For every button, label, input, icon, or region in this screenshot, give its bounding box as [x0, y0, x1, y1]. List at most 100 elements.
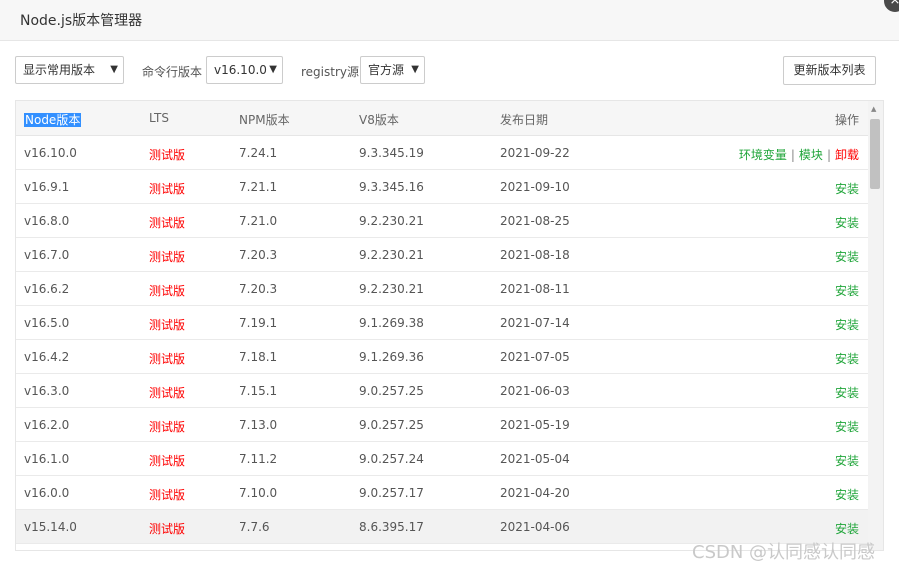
uninstall-link[interactable]: 卸载	[835, 148, 859, 162]
chevron-down-icon: ▼	[269, 64, 277, 75]
cell-lts: 测试版	[149, 284, 186, 298]
table-row[interactable]: v16.7.0 测试版 7.20.3 9.2.230.21 2021-08-18 安装	[16, 238, 868, 272]
registry-value: 官方源	[368, 63, 405, 77]
cell-release-date: 2021-04-06	[500, 520, 570, 534]
cell-actions: 环境变量 | 模块 | 卸载	[739, 146, 859, 163]
cell-npm-version: 7.21.1	[239, 180, 278, 194]
cell-lts: 测试版	[149, 318, 186, 332]
refresh-version-list-button[interactable]: 更新版本列表	[783, 56, 876, 85]
cell-npm-version: 7.20.3	[239, 282, 278, 296]
cli-version-label: 命令行版本	[142, 65, 203, 79]
cell-node-version: v16.3.0	[24, 384, 70, 398]
modules-link[interactable]: 模块	[799, 148, 823, 162]
cell-lts: 测试版	[149, 386, 186, 400]
install-link[interactable]: 安装	[835, 216, 859, 230]
header-npm-version: NPM版本	[239, 113, 290, 127]
registry-label: registry源	[301, 65, 359, 79]
cell-release-date: 2021-09-22	[500, 146, 570, 160]
table-header: Node版本 LTS NPM版本 V8版本 发布日期 操作	[16, 101, 868, 136]
cell-lts: 测试版	[149, 182, 186, 196]
cell-node-version: v15.14.0	[24, 520, 77, 534]
install-link[interactable]: 安装	[835, 522, 859, 536]
cell-v8-version: 9.3.345.16	[359, 180, 424, 194]
cell-node-version: v16.10.0	[24, 146, 77, 160]
vertical-scrollbar[interactable]: ▲	[868, 101, 883, 550]
cell-release-date: 2021-04-20	[500, 486, 570, 500]
header-v8-version: V8版本	[359, 113, 399, 127]
table-row[interactable]: v16.4.2 测试版 7.18.1 9.1.269.36 2021-07-05 安装	[16, 340, 868, 374]
cell-release-date: 2021-07-14	[500, 316, 570, 330]
header-node-version: Node版本	[24, 113, 82, 127]
cell-node-version: v16.5.0	[24, 316, 70, 330]
registry-select[interactable]: 官方源 ▼	[360, 56, 425, 84]
cell-v8-version: 8.6.395.17	[359, 520, 424, 534]
table-row[interactable]: v16.5.0 测试版 7.19.1 9.1.269.38 2021-07-14 安装	[16, 306, 868, 340]
install-link[interactable]: 安装	[835, 250, 859, 264]
install-link[interactable]: 安装	[835, 488, 859, 502]
cell-v8-version: 9.2.230.21	[359, 282, 424, 296]
separator: |	[790, 148, 795, 162]
cell-release-date: 2021-08-18	[500, 248, 570, 262]
cell-npm-version: 7.24.1	[239, 146, 278, 160]
table-row[interactable]: v16.9.1 测试版 7.21.1 9.3.345.16 2021-09-10 安装	[16, 170, 868, 204]
cell-node-version: v16.9.1	[24, 180, 70, 194]
cli-version-value: v16.10.0	[214, 63, 267, 77]
cell-node-version: v16.6.2	[24, 282, 70, 296]
install-link[interactable]: 安装	[835, 386, 859, 400]
cell-actions: 安装	[835, 316, 859, 333]
install-link[interactable]: 安装	[835, 284, 859, 298]
cell-release-date: 2021-06-03	[500, 384, 570, 398]
env-variable-link[interactable]: 环境变量	[739, 148, 787, 162]
install-link[interactable]: 安装	[835, 182, 859, 196]
cell-release-date: 2021-07-05	[500, 350, 570, 364]
table-row[interactable]: v16.3.0 测试版 7.15.1 9.0.257.25 2021-06-03 安装	[16, 374, 868, 408]
cell-v8-version: 9.2.230.21	[359, 214, 424, 228]
scrollbar-thumb[interactable]	[870, 119, 880, 189]
install-link[interactable]: 安装	[835, 352, 859, 366]
cell-lts: 测试版	[149, 216, 186, 230]
table-row[interactable]: v16.6.2 测试版 7.20.3 9.2.230.21 2021-08-11 安装	[16, 272, 868, 306]
scroll-up-icon[interactable]: ▲	[871, 105, 876, 113]
cell-v8-version: 9.0.257.24	[359, 452, 424, 466]
cell-npm-version: 7.11.2	[239, 452, 278, 466]
install-link[interactable]: 安装	[835, 318, 859, 332]
table-row[interactable]: v16.0.0 测试版 7.10.0 9.0.257.17 2021-04-20 安装	[16, 476, 868, 510]
cell-node-version: v16.7.0	[24, 248, 70, 262]
cell-npm-version: 7.15.1	[239, 384, 278, 398]
cell-actions: 安装	[835, 180, 859, 197]
cell-release-date: 2021-09-10	[500, 180, 570, 194]
cell-lts: 测试版	[149, 148, 186, 162]
install-link[interactable]: 安装	[835, 454, 859, 468]
install-link[interactable]: 安装	[835, 420, 859, 434]
cell-v8-version: 9.1.269.38	[359, 316, 424, 330]
table-row[interactable]: v16.10.0 测试版 7.24.1 9.3.345.19 2021-09-22 环境变…	[16, 136, 868, 170]
cell-actions: 安装	[835, 282, 859, 299]
cell-v8-version: 9.0.257.25	[359, 418, 424, 432]
cell-actions: 安装	[835, 486, 859, 503]
cell-lts: 测试版	[149, 488, 186, 502]
cell-npm-version: 7.19.1	[239, 316, 278, 330]
header-lts: LTS	[149, 111, 169, 125]
title-bar: Node.js版本管理器	[0, 0, 899, 41]
cell-v8-version: 9.2.230.21	[359, 248, 424, 262]
cell-node-version: v16.0.0	[24, 486, 70, 500]
cell-lts: 测试版	[149, 250, 186, 264]
cell-v8-version: 9.1.269.36	[359, 350, 424, 364]
cell-lts: 测试版	[149, 420, 186, 434]
cli-version-select[interactable]: v16.10.0 ▼	[206, 56, 283, 84]
cell-actions: 安装	[835, 384, 859, 401]
table-row[interactable]: v16.1.0 测试版 7.11.2 9.0.257.24 2021-05-04 安装	[16, 442, 868, 476]
version-filter-select[interactable]: 显示常用版本 ▼	[15, 56, 124, 84]
table-row[interactable]: v16.8.0 测试版 7.21.0 9.2.230.21 2021-08-25 安装	[16, 204, 868, 238]
cell-actions: 安装	[835, 248, 859, 265]
cell-actions: 安装	[835, 520, 859, 537]
cell-lts: 测试版	[149, 522, 186, 536]
cell-node-version: v16.4.2	[24, 350, 70, 364]
table-row[interactable]: v16.2.0 测试版 7.13.0 9.0.257.25 2021-05-19 安装	[16, 408, 868, 442]
cell-npm-version: 7.10.0	[239, 486, 278, 500]
cell-lts: 测试版	[149, 352, 186, 366]
cell-node-version: v16.8.0	[24, 214, 70, 228]
watermark: CSDN @认同感认同感	[692, 542, 876, 563]
cell-release-date: 2021-05-19	[500, 418, 570, 432]
cell-npm-version: 7.13.0	[239, 418, 278, 432]
